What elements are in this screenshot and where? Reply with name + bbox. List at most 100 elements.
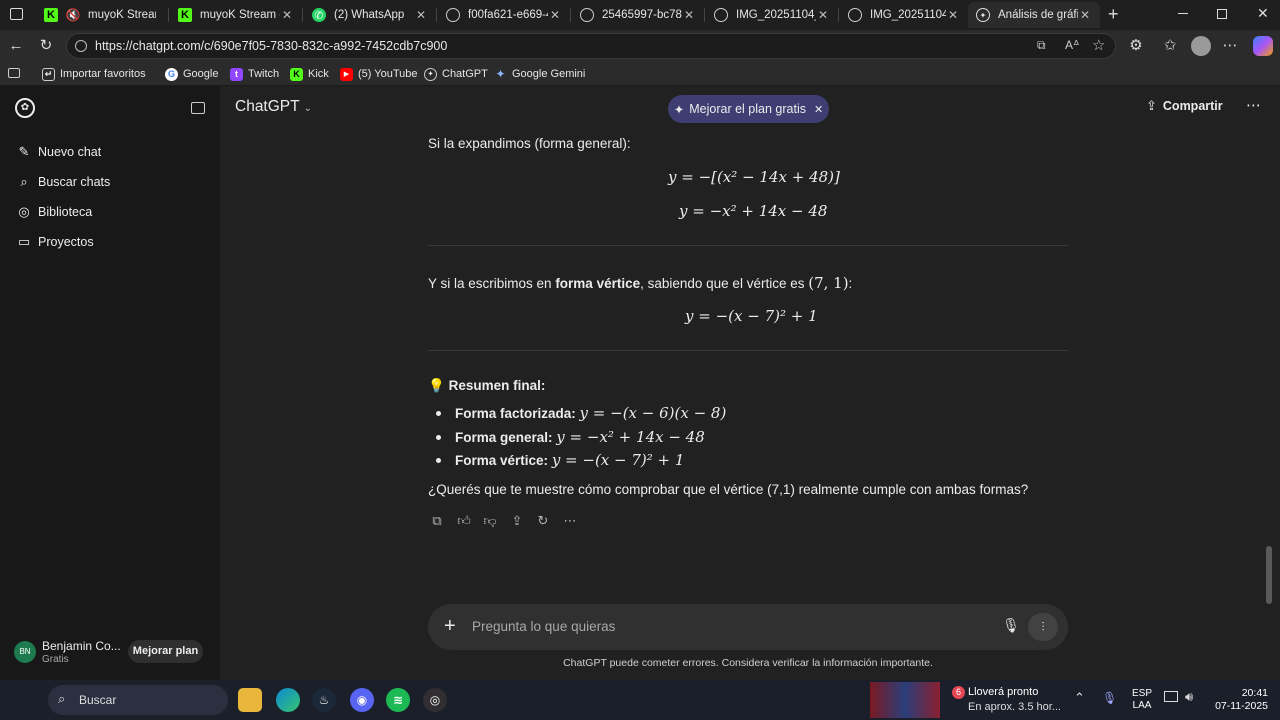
model-selector[interactable]: ChatGPT ⌄ — [235, 98, 312, 116]
youtube-icon: ▶ — [340, 67, 353, 81]
file-explorer-icon[interactable] — [238, 688, 262, 712]
disclaimer: ChatGPT puede cometer errores. Considera… — [563, 657, 933, 669]
twitch-icon: t — [230, 67, 243, 81]
chevron-up-icon[interactable]: ⌃ — [1074, 690, 1085, 706]
profile-avatar[interactable] — [1191, 36, 1211, 56]
search-box[interactable]: ⌕ Buscar — [48, 685, 228, 715]
whatsapp-icon: ✆ — [312, 8, 326, 22]
browser-tab[interactable]: K 🔇 muyoK Strean — [36, 2, 164, 28]
copilot-icon[interactable] — [1253, 36, 1273, 56]
browser-tab[interactable]: K muyoK Stream - Ki ✕ — [170, 2, 302, 28]
thumbs-down-icon[interactable]: 👎︎ — [481, 512, 499, 530]
voice-mode-button[interactable]: ⫶ — [1028, 613, 1058, 641]
spotify-icon[interactable]: ≋ — [386, 688, 410, 712]
chatgpt-logo-icon[interactable]: ✿ — [15, 98, 35, 118]
obs-icon[interactable]: ◎ — [423, 688, 447, 712]
upgrade-plan-button[interactable]: Mejorar plan — [128, 640, 203, 663]
close-tab-icon[interactable]: ✕ — [414, 8, 428, 22]
general-form-intro: Si la expandimos (forma general): — [428, 136, 631, 151]
regenerate-icon[interactable]: ↻ — [534, 512, 552, 530]
tab-actions-icon[interactable] — [10, 8, 23, 20]
share-icon[interactable]: ⇪ — [508, 512, 526, 530]
url-text: https://chatgpt.com/c/690e7f05-7830-832c… — [95, 39, 448, 53]
sidebar-item-search[interactable]: ⌕ Buscar chats — [16, 171, 110, 193]
globe-icon — [580, 8, 594, 22]
browser-tab-active[interactable]: ✦ Análisis de gráfico ✕ — [968, 2, 1100, 28]
tab-divider — [570, 8, 571, 22]
favorites-icon[interactable]: ✩ — [1160, 36, 1180, 56]
close-sidebar-icon[interactable] — [191, 102, 205, 114]
browser-tab[interactable]: IMG_20251104_18 ✕ — [706, 2, 838, 28]
upgrade-plan-pill[interactable]: ✦ Mejorar el plan gratis ✕ — [668, 95, 829, 123]
back-icon[interactable]: ← — [6, 36, 26, 56]
microphone-tray-icon[interactable]: 🎙︎ — [1102, 691, 1117, 705]
browser-menu-icon[interactable]: ⋯ — [1220, 36, 1240, 56]
prompt-input[interactable]: Pregunta lo que quieras — [472, 619, 615, 634]
close-tab-icon[interactable]: ✕ — [548, 8, 562, 22]
bookmark-kick[interactable]: K Kick — [290, 66, 329, 82]
browser-tab[interactable]: ✆ (2) WhatsApp ✕ — [304, 2, 436, 28]
address-bar[interactable]: https://chatgpt.com/c/690e7f05-7830-832c… — [66, 33, 1116, 59]
weather-widget[interactable]: 6 Lloverá pronto En aprox. 3.5 hor... — [940, 684, 1061, 716]
close-tab-icon[interactable]: ✕ — [1078, 8, 1092, 22]
sidebar-item-library[interactable]: ◎ Biblioteca — [16, 201, 92, 223]
read-aloud-icon[interactable]: Aᐞ — [1065, 38, 1080, 52]
new-tab-icon[interactable]: + — [1108, 4, 1119, 25]
language-indicator[interactable]: ESP LAA — [1130, 688, 1154, 712]
chatgpt-icon: ✦ — [424, 67, 437, 81]
close-icon[interactable]: ✕ — [814, 103, 823, 116]
close-tab-icon[interactable]: ✕ — [816, 8, 830, 22]
avatar: BN — [14, 641, 36, 663]
copy-icon[interactable]: ⧉ — [428, 512, 446, 530]
sidebar-item-new-chat[interactable]: ✎ Nuevo chat — [16, 141, 102, 163]
more-options-icon[interactable]: ⋯ — [1246, 96, 1261, 114]
tab-divider — [168, 8, 169, 22]
bookmark-google[interactable]: G Google — [165, 66, 218, 82]
discord-icon[interactable]: ◉ — [350, 688, 374, 712]
thumbs-up-icon[interactable]: 👍︎ — [455, 512, 473, 530]
browser-tab[interactable]: IMG_20251104_18 ✕ — [840, 2, 968, 28]
vertex-form-intro: Y si la escribimos en forma vértice, sab… — [428, 274, 853, 292]
sidebar-toggle-icon[interactable] — [8, 68, 20, 78]
bookmark-youtube[interactable]: ▶ (5) YouTube — [340, 66, 418, 82]
steam-icon[interactable]: ♨ — [312, 688, 336, 712]
sidebar-item-projects[interactable]: ▭ Proyectos — [16, 231, 94, 253]
close-tab-icon[interactable]: ✕ — [682, 8, 696, 22]
summary-item-general: Forma general: y = −x² + 14x − 48 — [455, 428, 705, 446]
clock[interactable]: 20:41 07-11-2025 — [1208, 687, 1268, 713]
site-info-icon[interactable] — [75, 40, 87, 52]
gemini-icon: ✦ — [495, 67, 506, 81]
summary-item-vertex: Forma vértice: y = −(x − 7)² + 1 — [455, 451, 685, 469]
reload-icon[interactable]: ↻ — [36, 36, 56, 56]
extensions-icon[interactable]: ⚙ — [1126, 36, 1146, 56]
scrollbar[interactable] — [1266, 546, 1272, 604]
app-available-icon[interactable]: ⧉ — [1037, 38, 1046, 53]
bookmark-gemini[interactable]: ✦ Google Gemini — [494, 66, 585, 82]
microphone-icon[interactable]: 🎙︎ — [1002, 617, 1020, 637]
volume-icon[interactable]: 🔊︎ — [1185, 689, 1193, 705]
browser-tab[interactable]: f00fa621-e669-4b ✕ — [438, 2, 570, 28]
summary-heading: 💡 Resumen final: — [428, 378, 546, 393]
sidebar: ✿ ✎ Nuevo chat ⌕ Buscar chats ◎ Bibliote… — [0, 86, 220, 680]
bookmark-import[interactable]: ↵ Importar favoritos — [42, 66, 146, 82]
share-button[interactable]: ⇪ Compartir — [1146, 98, 1223, 114]
restore-icon[interactable] — [1217, 9, 1227, 19]
user-profile[interactable]: BN Benjamin Co... Gratis — [14, 637, 124, 667]
weather-thumbnail — [870, 682, 940, 718]
network-icon[interactable] — [1164, 691, 1178, 702]
more-icon[interactable]: ⋯ — [561, 512, 579, 530]
bookmark-chatgpt[interactable]: ✦ ChatGPT — [424, 66, 488, 82]
edge-icon[interactable] — [276, 688, 300, 712]
close-window-icon[interactable]: ✕ — [1257, 5, 1269, 22]
globe-icon — [848, 8, 862, 22]
bookmark-twitch[interactable]: t Twitch — [230, 66, 279, 82]
mute-icon[interactable]: 🔇 — [66, 8, 81, 22]
minimize-icon[interactable] — [1178, 13, 1188, 14]
favorite-star-icon[interactable]: ☆ — [1092, 36, 1105, 54]
lightbulb-icon: 💡 — [428, 378, 445, 393]
chevron-down-icon: ⌄ — [303, 103, 313, 114]
browser-tab[interactable]: 25465997-bc78-4e ✕ — [572, 2, 704, 28]
close-tab-icon[interactable]: ✕ — [280, 8, 294, 22]
plus-icon[interactable]: + — [444, 615, 456, 637]
close-tab-icon[interactable]: ✕ — [946, 8, 960, 22]
